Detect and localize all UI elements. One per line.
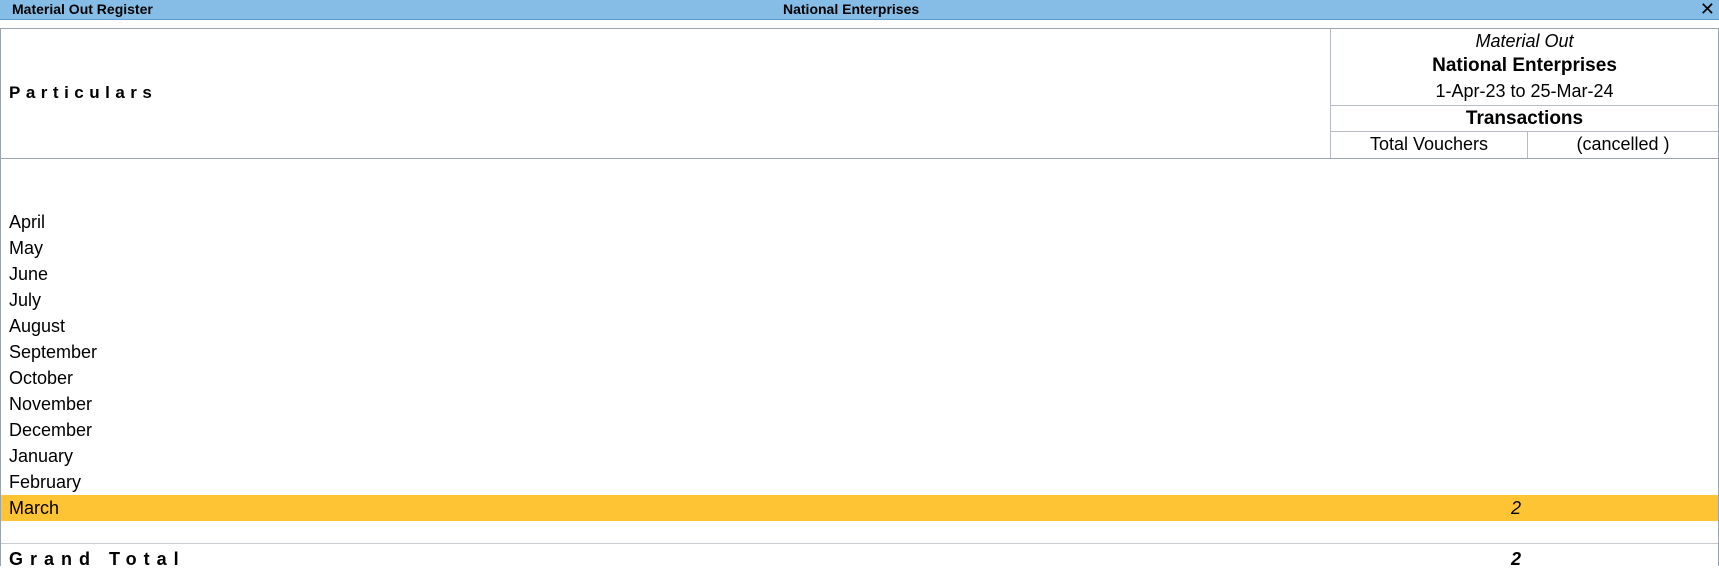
month-name: September — [9, 342, 98, 362]
header-separator — [1331, 131, 1718, 132]
column-header: Material Out National Enterprises 1-Apr-… — [1331, 29, 1718, 158]
header-bottom-border — [1, 158, 1718, 159]
month-name: July — [9, 290, 42, 310]
table-row[interactable]: December — [1, 417, 1718, 443]
month-name: February — [9, 472, 82, 492]
table-row[interactable]: June — [1, 261, 1718, 287]
table-row[interactable]: August — [1, 313, 1718, 339]
table-row[interactable]: October — [1, 365, 1718, 391]
header-separator — [1331, 105, 1718, 106]
title-bar: Material Out Register National Enterpris… — [0, 0, 1719, 20]
period-label: 1-Apr-23 to 25-Mar-24 — [1435, 81, 1614, 101]
close-icon[interactable]: ✕ — [1700, 0, 1715, 19]
grand-total-label: Grand Total — [9, 549, 186, 569]
cancelled-column-header: (cancelled ) — [1576, 134, 1670, 154]
month-name: December — [9, 420, 93, 440]
month-name: March — [9, 498, 60, 518]
month-name: June — [9, 264, 49, 284]
register-report: Particulars Material Out National Enterp… — [0, 28, 1719, 569]
table-row[interactable]: March 2 — [1, 495, 1718, 521]
month-name: November — [9, 394, 93, 414]
grand-total-value: 2 — [1510, 549, 1521, 569]
month-name: October — [9, 368, 74, 388]
table-row[interactable]: July — [1, 287, 1718, 313]
month-name: January — [9, 446, 74, 466]
month-list: April May June July August September October No… — [1, 209, 1718, 521]
month-name: May — [9, 238, 44, 258]
company-label: National Enterprises — [1432, 55, 1617, 76]
company-title: National Enterprises — [783, 1, 920, 17]
total-vouchers-value: 2 — [1510, 498, 1521, 518]
total-vouchers-column-header: Total Vouchers — [1369, 134, 1489, 154]
table-row[interactable]: April — [1, 209, 1718, 235]
table-row[interactable]: January — [1, 443, 1718, 469]
transactions-label: Transactions — [1465, 108, 1584, 129]
grand-total-divider — [1, 543, 1718, 544]
voucher-type-label: Material Out — [1475, 31, 1574, 51]
particulars-heading: Particulars — [9, 83, 158, 102]
table-row[interactable]: February — [1, 469, 1718, 495]
grand-total-row: Grand Total 2 — [1, 546, 1718, 572]
table-row[interactable]: May — [1, 235, 1718, 261]
month-name: August — [9, 316, 66, 336]
month-name: April — [9, 212, 46, 232]
table-row[interactable]: November — [1, 391, 1718, 417]
table-row[interactable]: September — [1, 339, 1718, 365]
window-title: Material Out Register — [12, 1, 153, 17]
